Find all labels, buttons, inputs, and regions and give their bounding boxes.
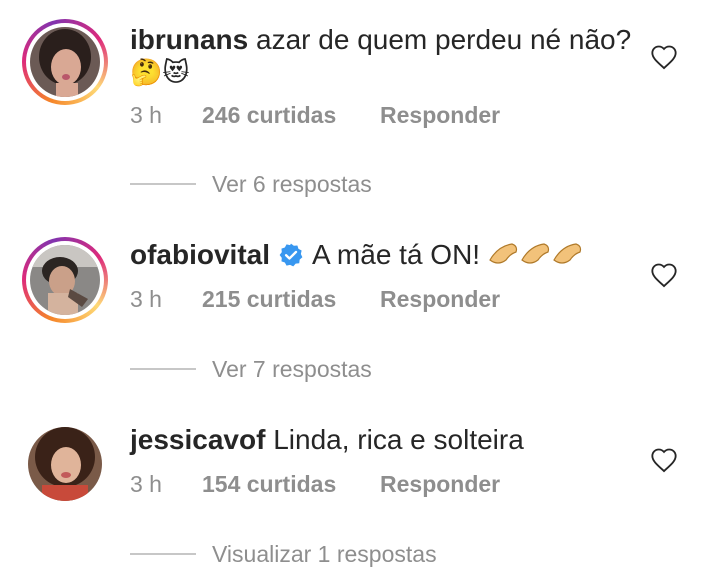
comment-text-line: ofabiovital A mãe tá ON! bbox=[130, 238, 584, 276]
avatar-story-ring[interactable] bbox=[22, 237, 108, 323]
like-heart-icon[interactable] bbox=[650, 447, 678, 473]
view-replies-button[interactable]: Ver 7 respostas bbox=[130, 356, 372, 383]
comment-text: A mãe tá ON! bbox=[312, 239, 481, 270]
comment-text-line: jessicavof Linda, rica e solteira bbox=[130, 423, 524, 457]
view-replies-label: Visualizar 1 respostas bbox=[212, 541, 437, 567]
comment-meta: 3 h 246 curtidas Responder bbox=[130, 102, 500, 129]
verified-badge-icon bbox=[279, 243, 303, 267]
comment-text: Linda, rica e solteira bbox=[273, 424, 524, 455]
timestamp: 3 h bbox=[130, 102, 162, 128]
username[interactable]: ibrunans bbox=[130, 24, 248, 55]
comment-meta: 3 h 154 curtidas Responder bbox=[130, 471, 500, 498]
replies-divider bbox=[130, 367, 196, 370]
avatar bbox=[30, 27, 100, 97]
reply-button[interactable]: Responder bbox=[380, 102, 500, 129]
reply-button[interactable]: Responder bbox=[380, 286, 500, 313]
timestamp: 3 h bbox=[130, 286, 162, 312]
replies-divider bbox=[130, 182, 196, 185]
timestamp: 3 h bbox=[130, 471, 162, 497]
likes-count[interactable]: 215 curtidas bbox=[202, 286, 380, 313]
replies-divider bbox=[130, 552, 196, 555]
view-replies-label: Ver 6 respostas bbox=[212, 171, 372, 197]
avatar-story-ring[interactable] bbox=[22, 19, 108, 105]
comment-text: azar de quem perdeu né não? bbox=[256, 24, 632, 55]
like-heart-icon[interactable] bbox=[650, 262, 678, 288]
clap-icon bbox=[489, 243, 581, 264]
avatar bbox=[28, 427, 102, 501]
comment-meta: 3 h 215 curtidas Responder bbox=[130, 286, 500, 313]
like-heart-icon[interactable] bbox=[650, 44, 678, 70]
view-replies-button[interactable]: Visualizar 1 respostas bbox=[130, 541, 437, 568]
view-replies-button[interactable]: Ver 6 respostas bbox=[130, 171, 372, 198]
likes-count[interactable]: 246 curtidas bbox=[202, 102, 380, 129]
avatar-wrapper[interactable] bbox=[22, 421, 108, 507]
comment-text-line: ibrunans azar de quem perdeu né não? bbox=[130, 23, 631, 57]
avatar bbox=[30, 245, 100, 315]
reply-button[interactable]: Responder bbox=[380, 471, 500, 498]
view-replies-label: Ver 7 respostas bbox=[212, 356, 372, 382]
likes-count[interactable]: 154 curtidas bbox=[202, 471, 380, 498]
comment-emojis: 🤔😻 bbox=[130, 57, 190, 87]
username[interactable]: ofabiovital bbox=[130, 239, 270, 270]
username[interactable]: jessicavof bbox=[130, 424, 265, 455]
clap-emojis bbox=[488, 238, 584, 276]
